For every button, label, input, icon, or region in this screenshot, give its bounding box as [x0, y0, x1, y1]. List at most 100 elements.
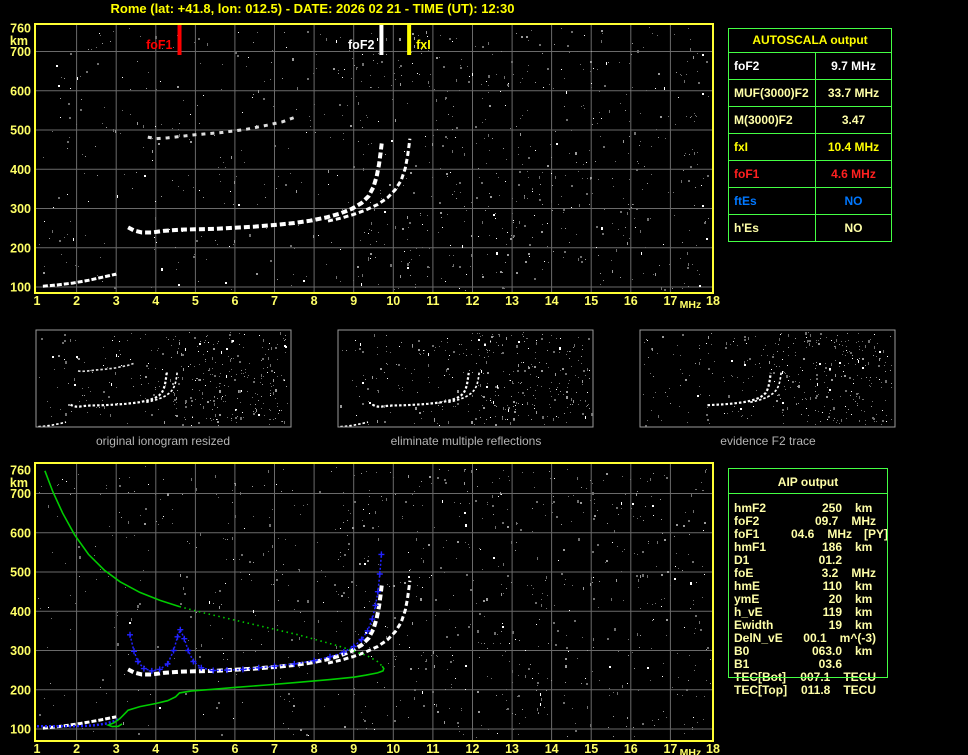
thumb-f-trace-extraordinary: [750, 371, 783, 404]
autoscala-param-label: fxI: [729, 134, 816, 160]
top-ionogram-plot: foF1 foF2 fxI1 2 3 4 5 6 7 8 9 10 11 12 13 14 15 16 17 18MH…: [10, 22, 720, 312]
y-tick-label: 200: [10, 683, 31, 697]
autoscala-row-m3000f2: M(3000)F2 3.47: [729, 107, 891, 134]
autoscala-param-value: 33.7 MHz: [827, 86, 880, 100]
x-tick-label: 10: [386, 294, 400, 308]
fxI-label: fxI: [416, 38, 431, 52]
x-tick-label: 11: [426, 742, 439, 755]
aip-param-note: [872, 541, 884, 554]
x-tick-label: 15: [584, 294, 598, 308]
x-tick-label: 4: [152, 742, 159, 755]
aip-row-hmf1: hmF1 186 km: [734, 541, 888, 554]
bottom-ionogram-plot: 1 2 3 4 5 6 7 8 9 10 11 12 13 14 15 16 17 18MHz7607006005…: [10, 462, 720, 755]
f-trace-ordinary: [127, 584, 384, 677]
x-tick-label: 3: [113, 742, 120, 755]
y-tick-label: 300: [10, 202, 31, 216]
autoscala-param-value: 3.47: [841, 113, 866, 127]
x-tick-label: 1: [34, 294, 41, 308]
foF2-label: foF2: [348, 38, 374, 52]
x-axis-unit-label: MHz: [680, 299, 702, 311]
y-tick-label: 500: [10, 566, 31, 580]
autoscala-param-value: 4.6 MHz: [831, 167, 876, 181]
thumbnail-border: [639, 329, 896, 428]
x-tick-label: 11: [426, 294, 439, 308]
es-trace: [42, 272, 117, 288]
fxI-marker: fxI: [407, 25, 431, 55]
x-tick-label: 18: [706, 742, 720, 755]
aip-param-note: [876, 684, 888, 697]
y-axis-unit-label: km: [10, 476, 28, 490]
autoscala-row-fof1: foF1 4.6 MHz: [729, 161, 891, 188]
aip-param-unit: km: [855, 540, 873, 554]
x-tick-label: 16: [624, 742, 638, 755]
autoscala-row-fxi: fxI 10.4 MHz: [729, 134, 891, 161]
station-date-title: Rome (lat: +41.8, lon: 012.5) - DATE: 20…: [110, 1, 515, 16]
thumbnail-caption-2: eliminate multiple reflections: [390, 434, 542, 448]
foF2-marker: foF2: [348, 25, 384, 55]
autoscala-param-label: MUF(3000)F2: [729, 80, 816, 106]
x-tick-label: 6: [231, 742, 238, 755]
x-tick-label: 12: [466, 294, 480, 308]
aip-param-unit: TECU: [843, 683, 876, 697]
autoscala-param-label: foF1: [729, 161, 816, 187]
y-tick-label: 600: [10, 526, 31, 540]
autoscala-output-table: AUTOSCALA output foF2 9.7 MHz MUF(3000)F2 3…: [728, 28, 892, 242]
x-tick-label: 2: [73, 742, 80, 755]
x-tick-label: 3: [113, 294, 120, 308]
aip-param-value: 011.8: [800, 683, 831, 697]
x-tick-label: 17: [663, 294, 677, 308]
aip-output-table: AIP output hmF2 250 km foF2 09.7 MHz foF1 04.6 M…: [728, 468, 888, 697]
aip-param-unit: km: [855, 644, 873, 658]
x-tick-label: 13: [505, 294, 519, 308]
y-tick-label: 300: [10, 644, 31, 658]
aip-param-note: [876, 567, 888, 580]
x-tick-label: 7: [271, 742, 278, 755]
x-tick-label: 16: [624, 294, 638, 308]
x-tick-label: 17: [663, 742, 677, 755]
plot-border: [34, 462, 714, 742]
autoscala-param-value: NO: [844, 221, 863, 235]
x-tick-label: 4: [152, 294, 159, 308]
x-tick-label: 12: [466, 742, 480, 755]
x-tick-label: 8: [311, 742, 318, 755]
autoscala-param-value: NO: [844, 194, 863, 208]
thumb-es-trace: [38, 421, 67, 428]
x-tick-label: 10: [386, 742, 400, 755]
thumb-f-trace-extraordinary: [146, 371, 179, 404]
y-tick-label: 100: [10, 723, 31, 737]
thumbnail-f2-trace: [639, 329, 896, 428]
f-trace-ordinary: [127, 142, 384, 235]
plot-border: [34, 23, 714, 294]
autoscala-param-label: M(3000)F2: [729, 107, 816, 133]
thumb-f-trace-extraordinary: [448, 371, 481, 404]
x-tick-label: 14: [545, 742, 559, 755]
x-tick-label: 9: [350, 742, 357, 755]
y-tick-label: 600: [10, 84, 31, 98]
y-tick-label: 200: [10, 241, 31, 255]
thumbnail-caption-1: original ionogram resized: [95, 434, 231, 448]
y-tick-label: 500: [10, 124, 31, 138]
autoscala-row-ftes: ftEs NO: [729, 188, 891, 215]
thumb-es-trace: [340, 421, 369, 428]
x-tick-label: 8: [311, 294, 318, 308]
autoscala-table-title: AUTOSCALA output: [729, 29, 891, 53]
aip-param-note: [872, 606, 884, 619]
aip-param-note: [876, 671, 888, 684]
aip-table-title: AIP output: [777, 475, 839, 489]
aip-param-label: TEC[Top]: [734, 683, 788, 697]
profile-topside: [44, 470, 180, 608]
x-axis-unit-label: MHz: [680, 747, 702, 755]
autoscala-param-value: 9.7 MHz: [831, 59, 876, 73]
second-hop-trace: [147, 116, 295, 141]
thumbnail-original-ionogram: [35, 329, 292, 428]
aip-param-value: 04.6: [790, 527, 815, 541]
autoscaled-trace-blue-markers: [127, 551, 385, 674]
autoscala-row-fof2: foF2 9.7 MHz: [729, 53, 891, 80]
x-tick-label: 1: [34, 742, 41, 755]
autoscala-window: foF1 foF2 fxI 1 2 3 4 5 6 7 8 9 10 11 12 13 14 15 16 17 18 MH…: [0, 0, 968, 755]
x-tick-label: 15: [584, 742, 598, 755]
gridlines: [35, 24, 713, 293]
foF1-marker: foF1: [146, 25, 182, 55]
x-tick-label: 5: [192, 294, 199, 308]
thumb-f-trace-ordinary: [707, 372, 772, 407]
